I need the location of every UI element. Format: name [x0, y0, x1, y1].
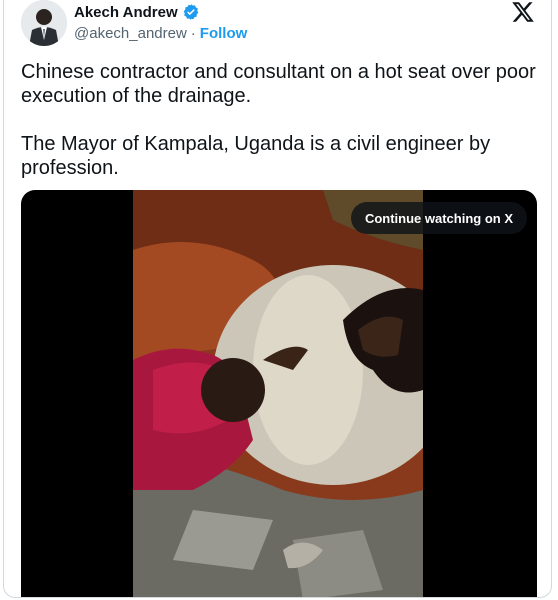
author-handle-row: @akech_andrew · Follow	[74, 25, 247, 42]
x-logo-icon[interactable]	[511, 0, 535, 24]
follow-button[interactable]: Follow	[200, 25, 248, 42]
video-frame[interactable]	[133, 190, 423, 597]
author-handle[interactable]: @akech_andrew	[74, 25, 187, 42]
tweet-card: Akech Andrew @akech_andrew · Follow Chin…	[3, 0, 552, 598]
author-name-row[interactable]: Akech Andrew	[74, 3, 200, 21]
tweet-paragraph: Chinese contractor and consultant on a h…	[21, 61, 536, 107]
author-name[interactable]: Akech Andrew	[74, 4, 178, 21]
tweet-text: Chinese contractor and consultant on a h…	[21, 60, 541, 180]
verified-badge-icon	[183, 4, 198, 20]
video-player[interactable]: Continue watching on X	[21, 190, 537, 597]
continue-watching-button[interactable]: Continue watching on X	[350, 202, 527, 234]
video-thumbnail	[133, 190, 423, 597]
separator-dot: ·	[190, 25, 196, 42]
avatar-image	[21, 0, 67, 46]
avatar[interactable]	[21, 0, 67, 46]
tweet-paragraph: The Mayor of Kampala, Uganda is a civil …	[21, 133, 491, 179]
